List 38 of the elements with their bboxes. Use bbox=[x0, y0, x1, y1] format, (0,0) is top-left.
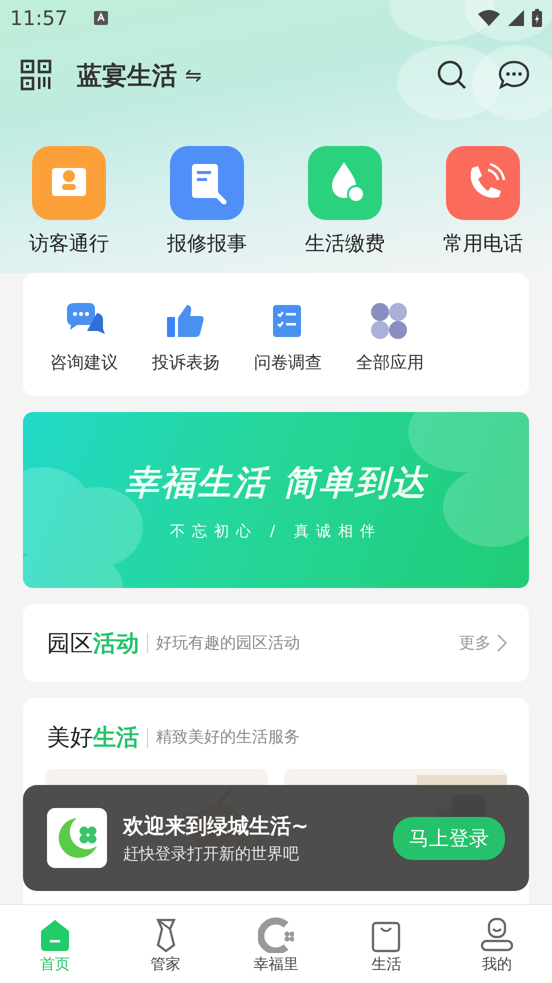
status-time: 11:57 bbox=[10, 6, 68, 30]
clover-c-icon bbox=[258, 917, 294, 953]
nav-tab[interactable]: 幸福里 bbox=[220, 905, 332, 983]
nav-tab[interactable]: 我的 bbox=[442, 905, 552, 983]
banner-headline: 幸福生活 简单到达 bbox=[125, 462, 427, 504]
nav-tab[interactable]: 管家 bbox=[110, 905, 221, 983]
action-label[interactable]: 访客通行 bbox=[29, 230, 109, 257]
section-title: 园区活动 bbox=[47, 630, 139, 658]
repair-form-icon[interactable] bbox=[170, 146, 244, 220]
service-label[interactable]: 问卷调查 bbox=[254, 351, 322, 374]
toast-subtitle: 赶快登录打开新的世界吧 bbox=[123, 844, 300, 864]
service-label[interactable]: 投诉表扬 bbox=[152, 351, 220, 374]
chevron-right-icon[interactable] bbox=[497, 634, 507, 652]
chat-bubble-icon[interactable] bbox=[498, 59, 530, 91]
section-title: 美好生活 bbox=[47, 724, 139, 753]
wifi-icon bbox=[478, 10, 500, 26]
battery-icon bbox=[532, 9, 542, 27]
community-title[interactable]: 蓝宴生活 bbox=[77, 58, 177, 92]
action-label[interactable]: 常用电话 bbox=[443, 230, 523, 257]
action-label[interactable]: 报修报事 bbox=[167, 230, 247, 257]
phone-icon[interactable] bbox=[446, 146, 520, 220]
action-label[interactable]: 生活缴费 bbox=[305, 230, 385, 257]
nav-tab[interactable]: 生活 bbox=[331, 905, 442, 983]
toast-title: 欢迎来到绿城生活~ bbox=[123, 812, 310, 840]
water-drop-icon[interactable] bbox=[308, 146, 382, 220]
switch-glyph[interactable]: ⇋ bbox=[185, 63, 202, 87]
person-icon bbox=[478, 917, 515, 953]
service-label[interactable]: 全部应用 bbox=[356, 351, 424, 374]
section-subtitle: 精致美好的生活服务 bbox=[156, 727, 300, 748]
banner-tagline: 不忘初心 / 真诚相伴 bbox=[170, 522, 382, 540]
app-logo-icon bbox=[47, 808, 107, 868]
section-subtitle: 好玩有趣的园区活动 bbox=[156, 632, 300, 654]
qr-code-icon[interactable] bbox=[20, 59, 52, 91]
service-label[interactable]: 咨询建议 bbox=[50, 351, 118, 374]
signal-icon bbox=[508, 10, 524, 26]
visitor-card-icon[interactable] bbox=[32, 146, 106, 220]
search-icon[interactable] bbox=[436, 59, 468, 91]
keyboard-icon bbox=[94, 11, 108, 25]
